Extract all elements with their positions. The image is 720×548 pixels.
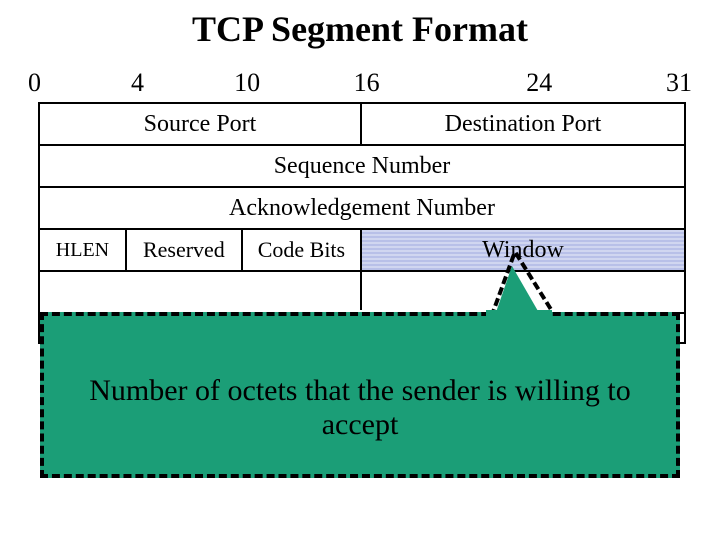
field-source-port: Source Port	[40, 104, 362, 144]
bit-label-24: 24	[526, 68, 552, 98]
callout-box: Number of octets that the sender is will…	[40, 312, 680, 478]
bit-label-4: 4	[131, 68, 144, 98]
segment-frame: 0 4 10 16 24 31 Source Port Destination …	[28, 68, 692, 344]
row-obscured-1	[40, 272, 684, 314]
field-reserved: Reserved	[127, 230, 243, 270]
row-ack: Acknowledgement Number	[40, 188, 684, 230]
segment-grid: Source Port Destination Port Sequence Nu…	[38, 102, 686, 344]
row-seq: Sequence Number	[40, 146, 684, 188]
field-dest-port: Destination Port	[362, 104, 684, 144]
row-flags-window: HLEN Reserved Code Bits Window	[40, 230, 684, 272]
field-ack-number: Acknowledgement Number	[40, 188, 684, 228]
row-ports: Source Port Destination Port	[40, 104, 684, 146]
bit-label-16: 16	[354, 68, 380, 98]
field-obscured-left	[40, 272, 362, 310]
callout-text: Number of octets that the sender is will…	[76, 374, 645, 442]
bit-label-0: 0	[28, 68, 41, 98]
bit-ruler: 0 4 10 16 24 31	[28, 68, 692, 102]
diagram-title: TCP Segment Format	[0, 8, 720, 50]
field-sequence-number: Sequence Number	[40, 146, 684, 186]
callout-pointer-gap	[486, 310, 552, 318]
bit-label-31: 31	[666, 68, 692, 98]
bit-label-10: 10	[234, 68, 260, 98]
field-code-bits: Code Bits	[243, 230, 362, 270]
field-hlen: HLEN	[40, 230, 127, 270]
